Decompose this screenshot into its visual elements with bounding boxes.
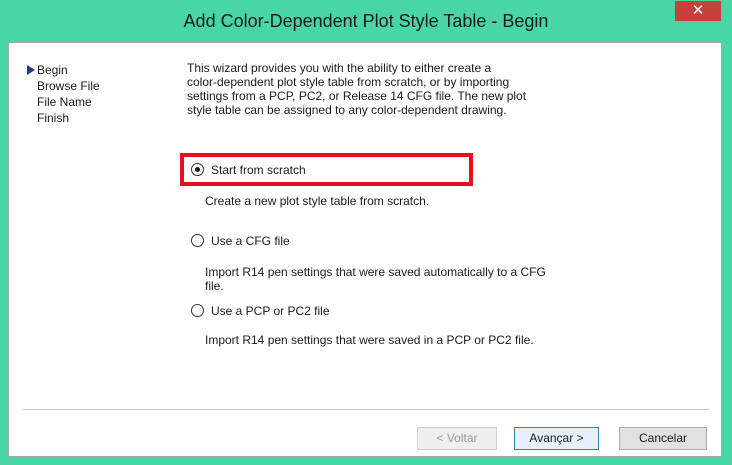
- radio-selected-icon[interactable]: [191, 163, 204, 176]
- wizard-window: Add Color-Dependent Plot Style Table - B…: [0, 0, 732, 465]
- back-button[interactable]: < Voltar: [417, 427, 497, 450]
- option-label[interactable]: Use a PCP or PC2 file: [211, 303, 330, 319]
- cancel-button[interactable]: Cancelar: [619, 427, 707, 450]
- intro-line: color-dependent plot style table from sc…: [187, 75, 510, 89]
- description-line: Import R14 pen settings that were saved …: [205, 265, 546, 279]
- description-line: Create a new plot style table from scrat…: [205, 194, 430, 208]
- title-bar[interactable]: Add Color-Dependent Plot Style Table - B…: [0, 0, 732, 42]
- description-line: file.: [205, 279, 224, 293]
- window-title: Add Color-Dependent Plot Style Table - B…: [183, 11, 549, 31]
- radio-unselected-icon[interactable]: [191, 304, 204, 317]
- intro-line: style table can be assigned to any color…: [187, 103, 507, 117]
- step-finish: Finish: [25, 110, 100, 126]
- intro-line: This wizard provides you with the abilit…: [187, 61, 492, 75]
- step-file-name: File Name: [25, 94, 100, 110]
- next-button[interactable]: Avançar >: [514, 427, 599, 450]
- intro-line: settings from a PCP, PC2, or Release 14 …: [187, 89, 527, 103]
- step-label: File Name: [37, 95, 92, 109]
- step-label: Begin: [37, 63, 68, 77]
- close-icon: ✕: [691, 2, 705, 19]
- description-line: Import R14 pen settings that were saved …: [205, 333, 534, 347]
- option-description: Create a new plot style table from scrat…: [205, 194, 429, 208]
- option-label[interactable]: Use a CFG file: [211, 233, 290, 249]
- footer-divider: [23, 409, 709, 410]
- step-begin: Begin: [25, 62, 100, 78]
- wizard-body: Begin Browse File File Name Finish This …: [8, 42, 722, 457]
- step-label: Finish: [37, 111, 70, 125]
- intro-text: This wizard provides you with the abilit…: [187, 61, 567, 117]
- radio-unselected-icon[interactable]: [191, 234, 204, 247]
- current-step-arrow-icon: [27, 65, 35, 75]
- wizard-steps: Begin Browse File File Name Finish: [25, 62, 100, 126]
- option-label[interactable]: Start from scratch: [211, 162, 306, 178]
- close-button[interactable]: ✕: [675, 1, 721, 21]
- option-description: Import R14 pen settings that were saved …: [205, 265, 546, 293]
- step-browse-file: Browse File: [25, 78, 100, 94]
- step-label: Browse File: [37, 79, 100, 93]
- option-description: Import R14 pen settings that were saved …: [205, 333, 534, 347]
